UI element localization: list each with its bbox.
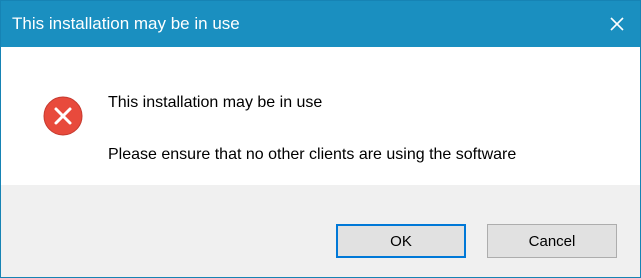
error-icon <box>43 96 83 136</box>
detail-text: Please ensure that no other clients are … <box>108 146 517 163</box>
cancel-button[interactable]: Cancel <box>487 224 617 258</box>
dialog-title: This installation may be in use <box>12 14 240 33</box>
dialog-window: This installation may be in use This ins… <box>0 0 641 278</box>
ok-button[interactable]: OK <box>336 224 466 258</box>
close-icon <box>610 17 624 31</box>
message-text: This installation may be in use <box>108 94 323 111</box>
button-bar: OK Cancel <box>1 185 640 277</box>
close-button[interactable] <box>594 1 640 47</box>
title-bar: This installation may be in use <box>1 1 640 47</box>
dialog-content: This installation may be in use Please e… <box>1 47 640 185</box>
